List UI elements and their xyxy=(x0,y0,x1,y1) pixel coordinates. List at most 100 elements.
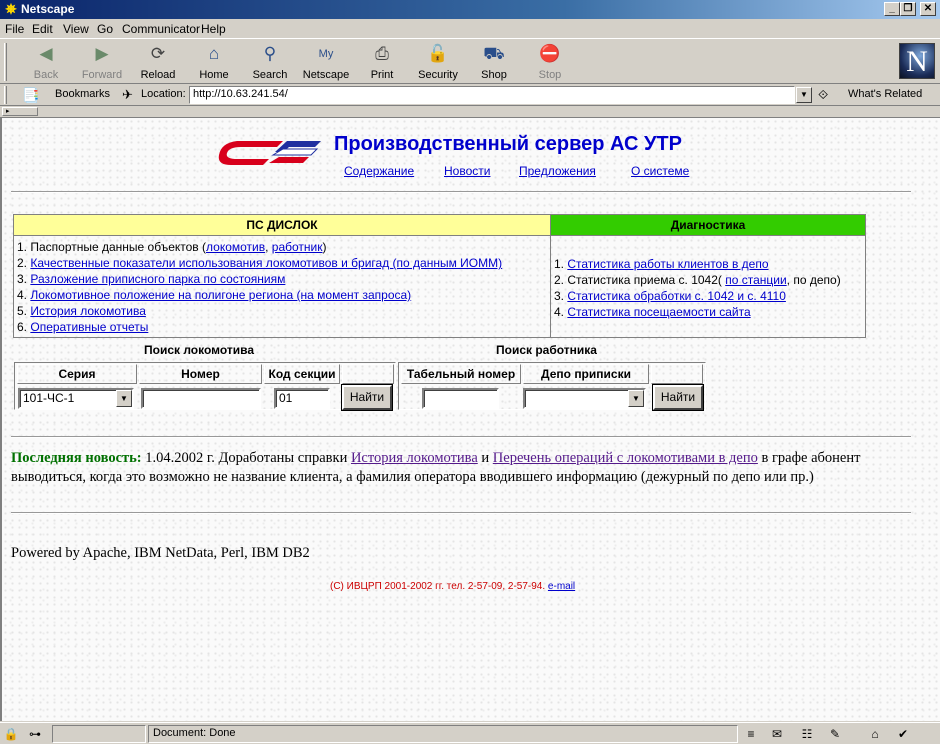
dislok-item: 4. Локомотивное положение на полигоне ре… xyxy=(17,288,412,302)
powered-by: Powered by Apache, IBM NetData, Perl, IB… xyxy=(11,545,310,561)
fleet-breakdown-link[interactable]: Разложение приписного парка по состояния… xyxy=(30,272,285,286)
home-icon: ⌂ xyxy=(208,44,220,63)
dislok-item: 1. Паспортные данные объектов (локомотив… xyxy=(17,240,327,254)
processing-stats-link[interactable]: Статистика обработки с. 1042 и с. 4110 xyxy=(567,289,786,303)
diag-item: 2. Статистика приема с. 1042( по станции… xyxy=(554,273,841,287)
address-book-icon[interactable]: ⌂ xyxy=(866,726,884,742)
tabnum-header: Табельный номер xyxy=(401,364,521,384)
restore-button[interactable]: ❐ xyxy=(900,2,916,16)
passport-locomotive-link[interactable]: локомотив xyxy=(206,240,265,254)
site-logo xyxy=(218,141,321,165)
nav-about-link[interactable]: О системе xyxy=(631,164,689,178)
dislok-header: ПС ДИСЛОК xyxy=(14,215,550,236)
whats-related-button[interactable]: What's Related xyxy=(848,88,922,100)
section-input[interactable]: 01 xyxy=(274,388,330,409)
progress-bar xyxy=(52,725,146,743)
forward-button[interactable]: ▶ Forward xyxy=(76,41,128,83)
shop-icon: ⛟ xyxy=(483,44,505,63)
number-input[interactable] xyxy=(141,388,261,409)
section-header: Код секции xyxy=(264,364,340,384)
home-button[interactable]: ⌂ Home xyxy=(188,41,240,83)
lock-icon: 🔓 xyxy=(427,44,449,63)
status-text: Document: Done xyxy=(148,725,738,743)
news-history-link[interactable]: История локомотива xyxy=(351,450,478,466)
stop-icon: ⛔ xyxy=(539,44,561,63)
toolbar-tab-strip: ▸ xyxy=(0,107,940,117)
email-link[interactable]: e-mail xyxy=(548,581,575,592)
operative-reports-link[interactable]: Оперативные отчеты xyxy=(30,320,148,334)
discussion-component-icon[interactable]: ☷ xyxy=(798,726,816,742)
location-grip[interactable] xyxy=(4,86,7,104)
depot-select[interactable]: ▼ xyxy=(523,388,646,409)
nav-contents-link[interactable]: Содержание xyxy=(344,164,414,178)
menu-edit[interactable]: Edit xyxy=(32,22,53,36)
passport-worker-link[interactable]: работник xyxy=(272,240,323,254)
location-page-icon[interactable]: ✈ xyxy=(122,87,133,103)
menu-bar: File Edit View Go Communicator Help xyxy=(0,19,940,38)
netscape-button[interactable]: My Netscape xyxy=(300,41,352,83)
worker-search-title: Поиск работника xyxy=(496,343,597,357)
toolbar-grip[interactable] xyxy=(4,43,7,81)
security-button[interactable]: 🔓 Security xyxy=(412,41,464,83)
collapse-toolbar-tab[interactable]: ▸ xyxy=(2,107,38,116)
locomotive-position-link[interactable]: Локомотивное положение на полигоне регио… xyxy=(30,288,411,302)
series-select[interactable]: 101-ЧС-1 ▼ xyxy=(18,388,134,409)
netscape-window-icon[interactable]: ✵ xyxy=(3,1,19,17)
dislok-item: 5. История локомотива xyxy=(17,304,146,318)
menu-file[interactable]: File xyxy=(5,22,24,36)
client-stats-link[interactable]: Статистика работы клиентов в депо xyxy=(567,257,768,271)
connection-icon[interactable]: ⊶ xyxy=(22,726,48,742)
url-field[interactable]: http://10.63.241.54/ xyxy=(189,86,795,104)
netscape-logo[interactable]: N xyxy=(899,43,935,79)
menu-help[interactable]: Help xyxy=(201,22,226,36)
page-content: Производственный сервер АС УТР Содержани… xyxy=(0,117,940,721)
chevron-down-icon[interactable]: ▼ xyxy=(628,390,644,407)
worker-find-button[interactable]: Найти xyxy=(653,385,703,410)
loco-find-button[interactable]: Найти xyxy=(342,385,392,410)
location-bar: 📑 Bookmarks ✈ Location: http://10.63.241… xyxy=(0,84,940,106)
back-button[interactable]: ◀ Back xyxy=(20,41,72,83)
close-button[interactable]: ✕ xyxy=(920,2,936,16)
divider xyxy=(11,512,911,514)
composer-component-icon[interactable]: ✎ xyxy=(826,726,844,742)
shop-button[interactable]: ⛟ Shop xyxy=(468,41,520,83)
chevron-down-icon[interactable]: ▼ xyxy=(116,390,132,407)
reload-button[interactable]: ⟳ Reload xyxy=(132,41,184,83)
print-icon: ⎙ xyxy=(375,44,389,63)
url-dropdown-arrow[interactable]: ▼ xyxy=(796,87,812,103)
dislok-item: 2. Качественные показатели использования… xyxy=(17,256,503,270)
by-station-link[interactable]: по станции xyxy=(725,273,786,287)
loco-search-title: Поиск локомотива xyxy=(144,343,255,357)
menu-communicator[interactable]: Communicator xyxy=(122,22,200,36)
news-operations-link[interactable]: Перечень операций с локомотивами в депо xyxy=(493,450,758,466)
locomotive-history-link[interactable]: История локомотива xyxy=(30,304,146,318)
bookmarks-button[interactable]: Bookmarks xyxy=(55,88,110,100)
copyright: (C) ИВЦРП 2001-2002 гг. тел. 2-57-09, 2-… xyxy=(330,581,576,592)
title-bar: ✵ Netscape _ ❐ ✕ xyxy=(0,0,940,19)
bookmarks-icon: 📑 xyxy=(22,87,40,103)
back-arrow-icon: ◀ xyxy=(39,44,53,63)
divider xyxy=(11,191,911,193)
tabnum-input[interactable] xyxy=(422,388,499,409)
quality-indicators-link[interactable]: Качественные показатели использования ло… xyxy=(30,256,502,270)
minimize-button[interactable]: _ xyxy=(884,2,900,16)
menu-view[interactable]: View xyxy=(63,22,89,36)
reload-icon: ⟳ xyxy=(150,44,166,63)
checkmark-icon[interactable]: ✔ xyxy=(894,726,912,742)
print-button[interactable]: ⎙ Print xyxy=(356,41,408,83)
nav-proposals-link[interactable]: Предложения xyxy=(519,164,596,178)
search-button[interactable]: ⚲ Search xyxy=(244,41,296,83)
nav-news-link[interactable]: Новости xyxy=(444,164,490,178)
diag-item: 3. Статистика обработки с. 1042 и с. 411… xyxy=(554,289,786,303)
menu-go[interactable]: Go xyxy=(97,22,113,36)
navigation-toolbar: ◀ Back ▶ Forward ⟳ Reload ⌂ Home ⚲ Searc… xyxy=(0,38,940,84)
depot-header: Депо приписки xyxy=(523,364,649,384)
stop-button[interactable]: ⛔ Stop xyxy=(524,41,576,83)
forward-arrow-icon: ▶ xyxy=(95,44,109,63)
mail-component-icon[interactable]: ✉ xyxy=(768,726,786,742)
site-visits-link[interactable]: Статистика посещаемости сайта xyxy=(567,305,750,319)
security-lock-icon[interactable]: 🔒 xyxy=(2,726,20,742)
navigator-component-icon[interactable]: ≡ xyxy=(742,726,760,742)
dislok-item: 6. Оперативные отчеты xyxy=(17,320,149,334)
status-bar: 🔒 ⊶ Document: Done ≡ ✉ ☷ ✎ ⌂ ✔ xyxy=(0,722,940,744)
